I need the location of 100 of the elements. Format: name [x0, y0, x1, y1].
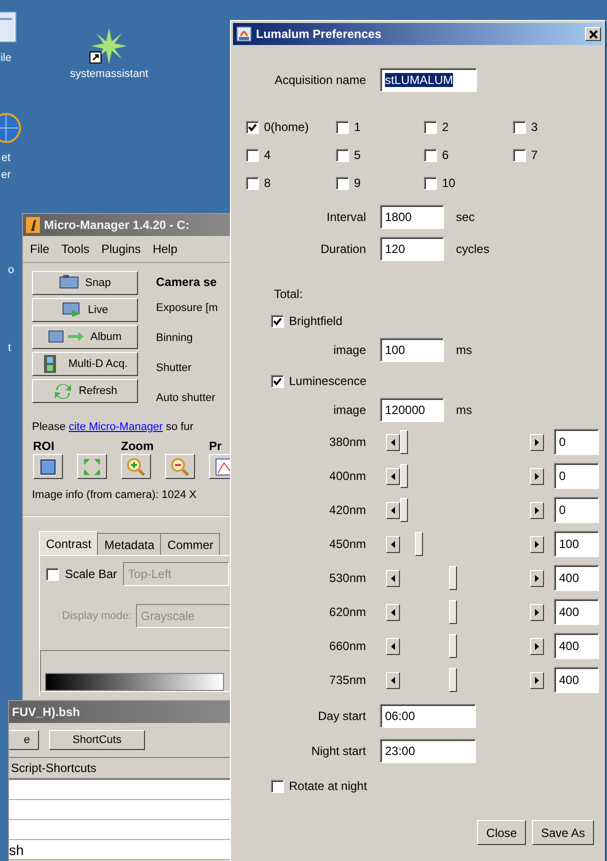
- scroll-left-button[interactable]: [386, 604, 400, 620]
- checkbox[interactable]: [271, 780, 284, 792]
- name-field[interactable]: stLUMALUM: [380, 68, 477, 92]
- checkbox[interactable]: [424, 176, 437, 190]
- dialog-title: Lumalum Preferences: [256, 27, 382, 41]
- checkbox[interactable]: [271, 374, 284, 388]
- checkbox-label: Luminescence: [289, 374, 366, 388]
- time-field[interactable]: 06:00: [380, 704, 476, 728]
- image-info: Image info (from camera): 1024 X: [31, 488, 198, 503]
- tool-button[interactable]: [33, 454, 63, 479]
- value-field[interactable]: 0: [554, 463, 599, 489]
- value-field[interactable]: 0: [554, 497, 599, 523]
- scroll-right-button[interactable]: [530, 570, 544, 586]
- section-label: Total:: [274, 287, 303, 301]
- exposure-field[interactable]: 100: [380, 338, 444, 362]
- camera-play-icon: [62, 301, 82, 319]
- toolbar-button[interactable]: Album: [32, 325, 138, 349]
- checkbox[interactable]: [424, 148, 437, 162]
- value-field[interactable]: 0: [554, 429, 599, 455]
- scroll-left-button[interactable]: [386, 570, 400, 586]
- value-field[interactable]: 400: [554, 565, 599, 591]
- left-arrow-icon: [391, 574, 395, 582]
- exposure-field[interactable]: 120000: [380, 398, 444, 422]
- checkbox[interactable]: [246, 176, 259, 190]
- slider-thumb[interactable]: [448, 600, 457, 624]
- scroll-right-button[interactable]: [530, 502, 544, 518]
- zoom-out-icon: [170, 456, 190, 476]
- field-label: 620nm: [328, 605, 366, 619]
- checkbox[interactable]: [336, 148, 349, 162]
- scroll-right-button[interactable]: [530, 672, 544, 688]
- scroll-left-button[interactable]: [386, 536, 400, 552]
- slider-thumb[interactable]: [400, 464, 408, 488]
- checkbox[interactable]: [424, 120, 437, 134]
- checkbox[interactable]: [336, 120, 349, 134]
- right-arrow-icon: [535, 642, 539, 650]
- button[interactable]: e: [9, 730, 39, 750]
- field-label: image: [332, 403, 366, 417]
- scroll-right-button[interactable]: [530, 468, 544, 484]
- slider-thumb[interactable]: [448, 566, 457, 590]
- field-label: 530nm: [328, 571, 366, 585]
- dialog-button[interactable]: Save As: [532, 820, 594, 845]
- time-field[interactable]: 23:00: [380, 739, 476, 763]
- number-field[interactable]: 1800: [380, 205, 444, 229]
- checkbox[interactable]: [513, 148, 526, 162]
- scroll-right-button[interactable]: [530, 638, 544, 654]
- tab[interactable]: Contrast: [39, 531, 98, 555]
- checkbox[interactable]: [513, 120, 526, 134]
- icon-label: ile: [0, 51, 12, 66]
- scroll-left-button[interactable]: [386, 434, 400, 450]
- checkbox-label: 5: [354, 148, 361, 162]
- menu-item[interactable]: Tools: [61, 242, 90, 256]
- field-label: image: [332, 343, 366, 357]
- scroll-left-button[interactable]: [386, 502, 400, 518]
- slider-thumb[interactable]: [448, 668, 457, 692]
- tool-button[interactable]: [121, 454, 151, 479]
- toolbar-button[interactable]: Live: [32, 298, 138, 322]
- button[interactable]: ShortCuts: [49, 730, 145, 750]
- number-field[interactable]: 120: [380, 237, 444, 261]
- tab[interactable]: Commer: [160, 533, 220, 555]
- scroll-right-button[interactable]: [530, 604, 544, 620]
- menu-item[interactable]: Help: [152, 242, 178, 256]
- checkbox-label: Scale Bar: [65, 567, 118, 581]
- checkbox[interactable]: [271, 314, 284, 328]
- scroll-right-button[interactable]: [530, 536, 544, 552]
- slider-thumb[interactable]: [448, 634, 457, 658]
- tool-button[interactable]: [165, 454, 195, 479]
- tool-button[interactable]: [77, 454, 107, 479]
- close-icon: [588, 30, 598, 38]
- checkbox[interactable]: [46, 568, 59, 580]
- scroll-right-button[interactable]: [530, 434, 544, 450]
- icon-label: o: [8, 263, 14, 278]
- toolbar-button[interactable]: Snap: [32, 271, 138, 295]
- checkbox[interactable]: [246, 120, 259, 134]
- value-field[interactable]: 400: [554, 667, 599, 693]
- refresh-icon: [52, 382, 73, 400]
- checkbox[interactable]: [246, 148, 259, 162]
- value-field[interactable]: 400: [554, 633, 599, 659]
- scroll-left-button[interactable]: [386, 468, 400, 484]
- field-label: Display mode:: [62, 610, 132, 622]
- slider-thumb[interactable]: [400, 498, 408, 522]
- icon-label: systemassistant: [70, 67, 148, 82]
- value-field[interactable]: 100: [554, 531, 599, 557]
- close-button[interactable]: [585, 27, 601, 41]
- checkbox-label: 7: [531, 148, 538, 162]
- slider-thumb[interactable]: [400, 430, 408, 454]
- menu-item[interactable]: Plugins: [101, 242, 141, 256]
- checkbox-label: Rotate at night: [289, 779, 368, 793]
- slider-thumb[interactable]: [414, 532, 423, 556]
- field-label: 735nm: [328, 673, 366, 687]
- setting-label: Binning: [156, 331, 194, 346]
- toolbar-button[interactable]: Refresh: [32, 379, 138, 403]
- checkbox[interactable]: [336, 176, 349, 190]
- scroll-left-button[interactable]: [386, 672, 400, 688]
- cite-link[interactable]: cite Micro-Manager: [68, 421, 163, 433]
- checkbox-label: 2: [442, 120, 449, 134]
- scroll-left-button[interactable]: [386, 638, 400, 654]
- dialog-button[interactable]: Close: [477, 820, 526, 845]
- value-field[interactable]: 400: [554, 599, 599, 625]
- toolbar-button[interactable]: Multi-D Acq.: [32, 352, 138, 376]
- menu-item[interactable]: File: [30, 242, 50, 256]
